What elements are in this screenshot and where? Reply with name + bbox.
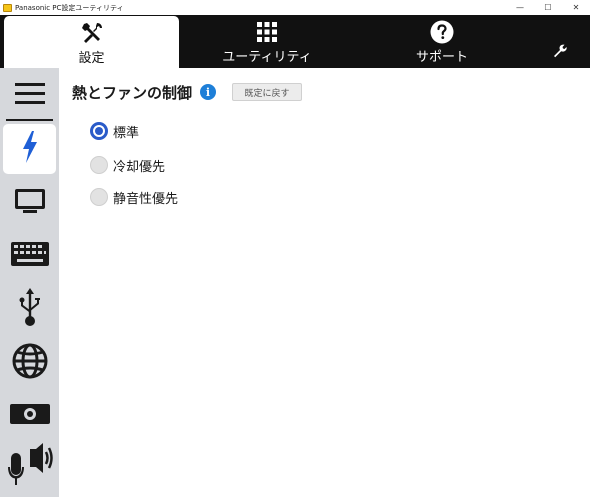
sidebar-item-camera[interactable] bbox=[3, 391, 56, 441]
sidebar-item-network[interactable] bbox=[3, 338, 56, 388]
title-bar: Panasonic PC設定ユーティリティ — ☐ ✕ bbox=[0, 0, 590, 15]
sidebar-item-power[interactable] bbox=[3, 124, 56, 174]
close-button[interactable]: ✕ bbox=[562, 0, 590, 15]
page-title: 熱とファンの制御 bbox=[72, 83, 193, 102]
audio-icon bbox=[6, 443, 54, 493]
radio-option-quiet[interactable]: 静音性優先 bbox=[90, 186, 178, 208]
window-title: Panasonic PC設定ユーティリティ bbox=[15, 3, 124, 12]
sidebar-item-menu[interactable] bbox=[3, 71, 56, 121]
sidebar bbox=[0, 68, 59, 497]
wrench-screwdriver-icon bbox=[80, 21, 104, 45]
grid-icon bbox=[256, 20, 278, 44]
wrench-icon bbox=[552, 39, 568, 63]
radio-option-standard[interactable]: 標準 bbox=[90, 120, 139, 142]
top-tab-bar: 設定 ユーティリティ サポート bbox=[0, 15, 590, 68]
display-icon bbox=[13, 187, 47, 219]
main-content: 熱とファンの制御 i 既定に戻す 標準 冷却優先 静音性優先 bbox=[59, 68, 590, 497]
radio-option-cooling[interactable]: 冷却優先 bbox=[90, 154, 165, 176]
sidebar-item-display[interactable] bbox=[3, 178, 56, 228]
tab-settings-label: 設定 bbox=[78, 51, 105, 66]
reset-default-button[interactable]: 既定に戻す bbox=[232, 83, 302, 101]
keyboard-icon bbox=[10, 242, 49, 270]
radio-button-checked[interactable] bbox=[90, 122, 108, 140]
menu-icon bbox=[14, 83, 45, 109]
power-icon bbox=[21, 131, 39, 167]
globe-icon bbox=[12, 343, 48, 383]
tab-utility-label: ユーティリティ bbox=[222, 50, 312, 65]
sidebar-item-keyboard[interactable] bbox=[3, 231, 56, 281]
tab-utility[interactable]: ユーティリティ bbox=[182, 15, 352, 68]
app-icon bbox=[3, 3, 12, 12]
sidebar-divider bbox=[6, 119, 53, 121]
radio-button[interactable] bbox=[90, 156, 108, 174]
usb-icon bbox=[17, 288, 43, 332]
tab-tools[interactable] bbox=[540, 15, 580, 68]
minimize-button[interactable]: — bbox=[506, 0, 534, 15]
window-controls: — ☐ ✕ bbox=[506, 0, 590, 15]
section-header: 熱とファンの制御 i bbox=[72, 81, 217, 103]
radio-label: 静音性優先 bbox=[113, 191, 179, 207]
tab-settings[interactable]: 設定 bbox=[4, 16, 179, 68]
tab-support[interactable]: サポート bbox=[357, 15, 527, 68]
maximize-button[interactable]: ☐ bbox=[534, 0, 562, 15]
help-icon bbox=[430, 20, 454, 44]
sidebar-item-usb[interactable] bbox=[3, 285, 56, 335]
tab-support-label: サポート bbox=[415, 50, 468, 65]
radio-label: 標準 bbox=[113, 125, 140, 141]
info-icon[interactable]: i bbox=[200, 84, 217, 100]
radio-button[interactable] bbox=[90, 188, 108, 206]
radio-label: 冷却優先 bbox=[113, 159, 166, 175]
sidebar-item-audio[interactable] bbox=[3, 443, 56, 493]
camera-icon bbox=[9, 403, 50, 429]
